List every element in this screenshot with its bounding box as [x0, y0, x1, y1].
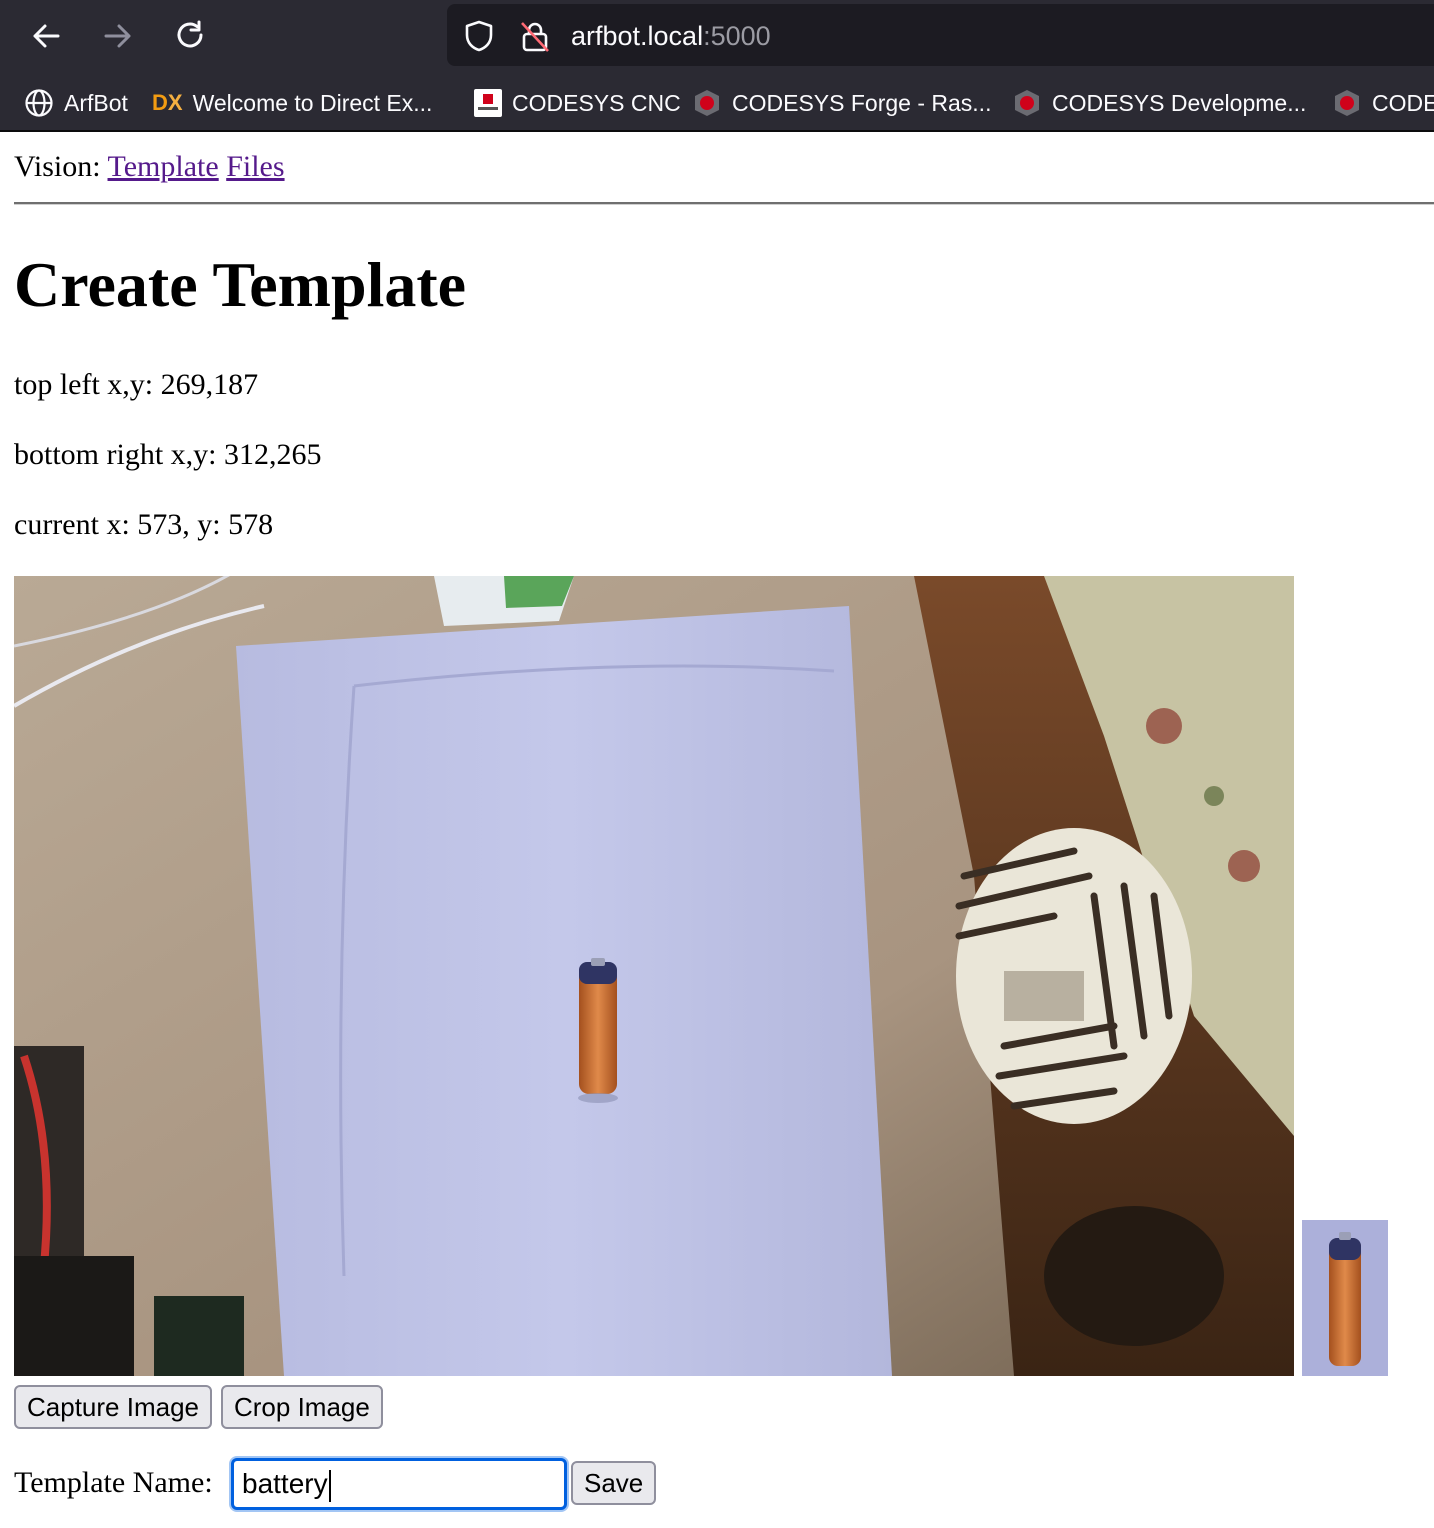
camera-scene — [14, 576, 1294, 1376]
bookmark-label: CODESYS CNC — [512, 89, 681, 116]
bookmark-codesys-development[interactable]: CODESYS Developme... — [1012, 88, 1306, 118]
cropped-template-image — [1302, 1220, 1388, 1376]
url-port: :5000 — [703, 21, 771, 51]
divider — [14, 202, 1434, 205]
codesys-logo-icon — [474, 89, 502, 117]
template-name-label: Template Name: — [14, 1466, 213, 1499]
bookmark-label: CODESYS Forge - Ras... — [732, 89, 992, 116]
template-name-value: battery — [242, 1468, 328, 1499]
save-button[interactable]: Save — [571, 1461, 657, 1505]
bookmark-codesys-forge[interactable]: CODESYS Forge - Ras... — [692, 88, 991, 118]
browser-toolbar: arfbot.local:5000 ArfBot DX Welcome to D… — [0, 0, 1434, 132]
text-caret — [328, 1469, 331, 1502]
nav-link-template[interactable]: Template — [108, 150, 219, 183]
back-button[interactable] — [22, 12, 70, 60]
bottom-right-coords: bottom right x,y: 312,265 — [14, 438, 322, 471]
nav-prefix: Vision: — [14, 150, 101, 183]
reload-icon — [177, 20, 203, 48]
camera-capture-image[interactable] — [14, 576, 1294, 1376]
url-bar[interactable]: arfbot.local:5000 — [447, 4, 1434, 66]
capture-image-button[interactable]: Capture Image — [14, 1385, 212, 1429]
codesys-forge-icon — [1335, 90, 1359, 116]
arrow-right-icon — [104, 24, 131, 48]
bookmark-codesys-cnc[interactable]: CODESYS CNC — [474, 88, 681, 118]
codesys-forge-icon — [695, 90, 719, 116]
bookmark-label: Welcome to Direct Ex... — [192, 89, 433, 116]
bookmark-codesys-more[interactable]: CODE — [1332, 88, 1434, 118]
bookmark-label: CODE — [1372, 89, 1434, 116]
crop-image-button[interactable]: Crop Image — [221, 1385, 383, 1429]
shield-icon[interactable] — [463, 19, 495, 53]
bookmark-arfbot[interactable]: ArfBot — [24, 88, 128, 118]
current-coords: current x: 573, y: 578 — [14, 508, 274, 541]
top-left-coords: top left x,y: 269,187 — [14, 368, 259, 401]
page-title: Create Template — [14, 249, 467, 320]
globe-icon — [25, 89, 53, 117]
codesys-forge-icon — [1015, 90, 1039, 116]
url-host: arfbot.local — [571, 21, 704, 51]
bookmarks-toolbar: ArfBot DX Welcome to Direct Ex... CODESY… — [0, 78, 1434, 128]
toolbar-divider — [0, 130, 1434, 132]
nav-link-files[interactable]: Files — [226, 150, 284, 183]
dx-logo-icon: DX — [152, 90, 183, 115]
url-text[interactable]: arfbot.local:5000 — [571, 21, 771, 52]
cropped-battery — [1302, 1220, 1388, 1376]
bookmark-label: CODESYS Developme... — [1052, 89, 1307, 116]
reload-button[interactable] — [166, 12, 214, 60]
bookmark-direct-ex[interactable]: DX Welcome to Direct Ex... — [152, 88, 432, 118]
vision-nav: Vision: Template Files — [14, 150, 285, 184]
template-name-input[interactable]: battery — [231, 1458, 567, 1510]
bookmark-label: ArfBot — [64, 89, 128, 116]
arrow-left-icon — [33, 24, 60, 48]
forward-button[interactable] — [94, 12, 142, 60]
insecure-lock-icon[interactable] — [519, 19, 551, 53]
